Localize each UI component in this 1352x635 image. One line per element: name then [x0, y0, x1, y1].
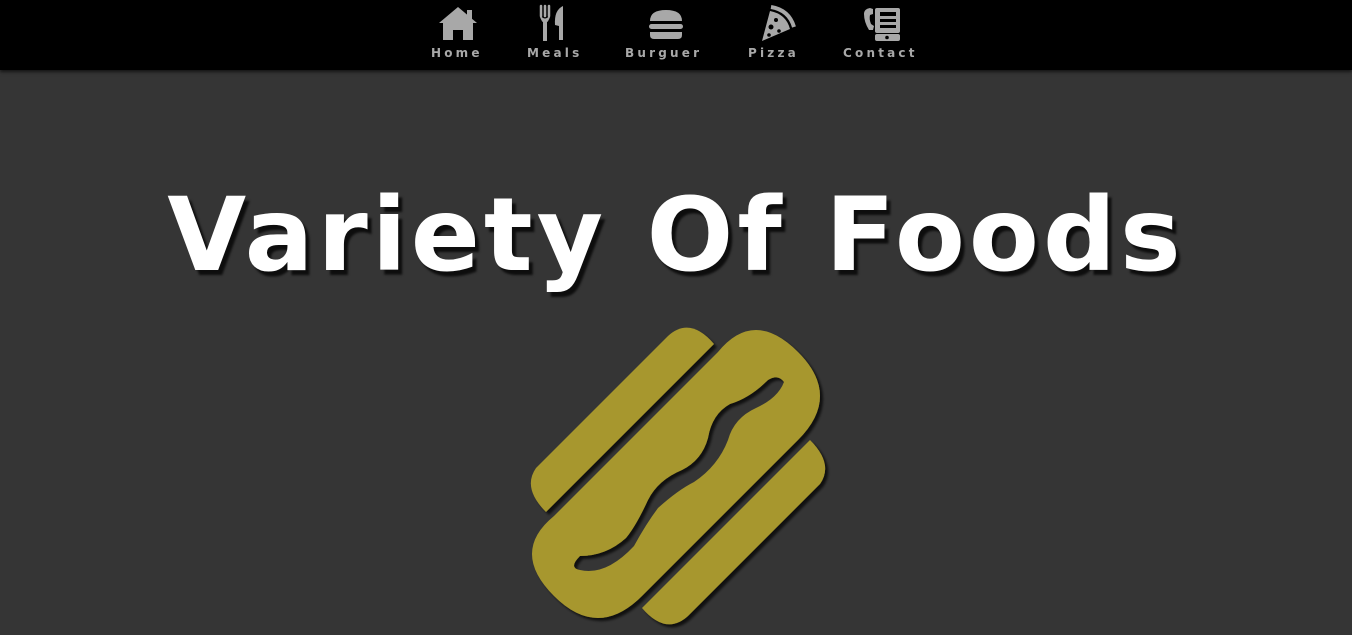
utensils-icon — [535, 4, 577, 44]
nav-item-label: Home — [431, 46, 483, 60]
nav-item-home[interactable]: Home — [428, 0, 488, 70]
nav-item-label: Meals — [527, 46, 583, 60]
nav-item-pizza[interactable]: Pizza — [744, 0, 806, 70]
nav-item-contact[interactable]: Contact — [840, 0, 924, 70]
home-icon — [437, 4, 479, 44]
nav-item-burguer[interactable]: Burguer — [623, 0, 709, 70]
nav-item-label: Contact — [843, 46, 918, 60]
phone-icon — [861, 4, 903, 44]
nav-item-meals[interactable]: Meals — [523, 0, 589, 70]
nav-item-label: Burguer — [625, 46, 703, 60]
hero-title: Variety Of Foods — [167, 176, 1185, 295]
top-navbar: Home Meals Burguer Pizza Contact — [0, 0, 1352, 70]
pizza-slice-icon — [754, 4, 796, 44]
burger-icon — [645, 4, 687, 44]
hotdog-icon — [522, 320, 834, 631]
nav-item-label: Pizza — [748, 46, 799, 60]
